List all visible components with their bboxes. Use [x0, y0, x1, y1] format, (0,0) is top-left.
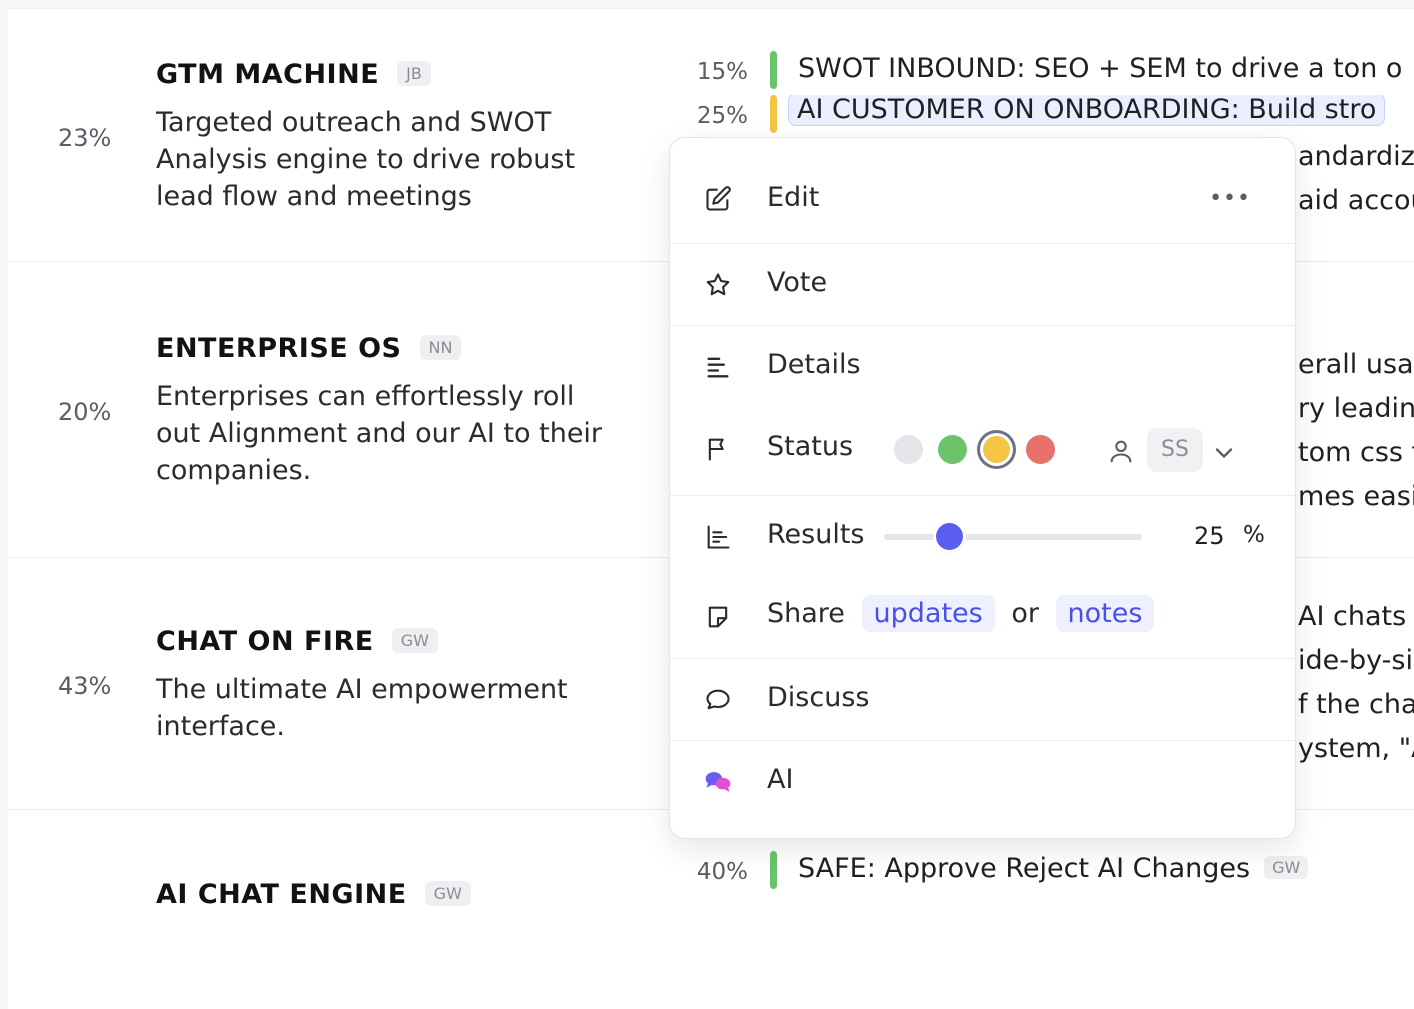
menu-item-label: Vote	[767, 267, 828, 298]
key-result-row[interactable]: 15% SWOT INBOUND: SEO + SEM to drive a t…	[696, 51, 1414, 91]
menu-item-share: Share updates or notes	[670, 575, 1295, 659]
chevron-down-icon[interactable]	[1210, 439, 1234, 463]
status-swatch-off-track[interactable]	[1026, 435, 1055, 464]
key-result-fragment: tom css t	[1298, 437, 1414, 468]
flag-icon	[704, 435, 732, 463]
menu-item-label: Share	[767, 598, 845, 629]
objective-progress: 23%	[58, 124, 112, 152]
menu-item-ai[interactable]: AI	[670, 740, 1295, 830]
key-result-status-bar	[770, 51, 777, 89]
menu-item-label: Discuss	[767, 682, 870, 713]
owner-badge: NN	[419, 335, 462, 360]
objective-title[interactable]: CHAT ON FIRE GW	[156, 626, 438, 657]
key-result-fragment: AI chats -	[1298, 601, 1414, 632]
objective-title[interactable]: AI CHAT ENGINE GW	[156, 879, 471, 910]
share-notes-link[interactable]: notes	[1055, 595, 1155, 632]
star-icon	[704, 271, 732, 299]
assignee-chip[interactable]: SS	[1147, 428, 1203, 472]
key-result-fragment: andardizi	[1298, 141, 1414, 172]
owner-badge: GW	[1264, 856, 1309, 879]
owner-badge: GW	[424, 881, 471, 906]
menu-item-status: Status SS	[670, 405, 1295, 496]
menu-item-details[interactable]: Details	[670, 325, 1295, 405]
status-swatch-none[interactable]	[894, 435, 923, 464]
sticky-note-icon	[704, 603, 732, 631]
objective-title-text: AI CHAT ENGINE	[156, 879, 407, 910]
key-result-fragment: ystem, "A	[1298, 733, 1414, 764]
owner-badge: JB	[397, 61, 431, 86]
key-result-progress: 15%	[696, 59, 748, 85]
menu-item-label: AI	[767, 764, 794, 795]
key-result-status-bar	[770, 851, 777, 889]
key-result-title-selected[interactable]: AI CUSTOMER ON ONBOARDING: Build stro	[788, 95, 1386, 126]
key-result-fragment: ry leadin	[1298, 393, 1414, 424]
more-options-icon[interactable]: •••	[1209, 186, 1251, 211]
results-value[interactable]: 25	[1194, 522, 1225, 550]
objective-title-text: ENTERPRISE OS	[156, 333, 402, 364]
menu-item-results: Results 25 %	[670, 495, 1295, 575]
objective-description: Targeted outreach and SWOT Analysis engi…	[156, 107, 576, 212]
status-swatch-on-track[interactable]	[938, 435, 967, 464]
menu-item-label: Details	[767, 349, 861, 380]
menu-item-label: Status	[767, 431, 854, 462]
objective-title-text: CHAT ON FIRE	[156, 626, 374, 657]
objective-row[interactable]: AI CHAT ENGINE GW	[8, 809, 1414, 1009]
key-result-fragment: ide-by-si	[1298, 645, 1413, 676]
results-slider[interactable]	[884, 523, 1142, 550]
results-unit: %	[1243, 522, 1265, 548]
key-result-title-text: SAFE: Approve Reject AI Changes	[798, 853, 1251, 884]
key-result-progress: 25%	[696, 103, 748, 129]
share-or-text: or	[1011, 598, 1039, 629]
bar-chart-icon	[704, 523, 732, 551]
key-result-status-bar	[770, 95, 777, 133]
menu-item-vote[interactable]: Vote	[670, 243, 1295, 326]
owner-badge: GW	[391, 628, 438, 653]
menu-item-label: Results	[767, 519, 865, 550]
objective-progress: 20%	[58, 398, 112, 426]
key-result-row[interactable]: 40% SAFE: Approve Reject AI Changes GW	[696, 851, 1414, 891]
key-result-title[interactable]: SWOT INBOUND: SEO + SEM to drive a ton o	[798, 53, 1402, 84]
share-row: Share updates or notes	[767, 595, 1155, 632]
key-result-context-menu: Edit ••• Vote Details Status SS Results …	[669, 137, 1296, 839]
key-result-fragment: aid accou	[1298, 185, 1414, 216]
key-result-fragment: mes easi	[1298, 481, 1414, 512]
person-icon[interactable]	[1107, 437, 1133, 463]
key-result-fragment: f the cha	[1298, 689, 1414, 720]
menu-item-discuss[interactable]: Discuss	[670, 658, 1295, 741]
share-updates-link[interactable]: updates	[861, 595, 995, 632]
objective-title[interactable]: ENTERPRISE OS NN	[156, 333, 462, 364]
objective-description: The ultimate AI empowerment interface.	[156, 674, 568, 742]
objective-title[interactable]: GTM MACHINE JB	[156, 59, 431, 90]
key-result-row[interactable]: 25% AI CUSTOMER ON ONBOARDING: Build str…	[696, 95, 1414, 135]
objective-title-text: GTM MACHINE	[156, 59, 380, 90]
key-result-fragment: erall usak	[1298, 349, 1414, 380]
results-slider-handle[interactable]	[935, 523, 963, 550]
menu-item-label: Edit	[767, 182, 820, 213]
objective-progress: 43%	[58, 672, 112, 700]
status-swatch-at-risk[interactable]	[983, 436, 1010, 463]
menu-item-edit[interactable]: Edit •••	[670, 138, 1295, 244]
key-result-title[interactable]: SAFE: Approve Reject AI Changes GW	[798, 853, 1309, 884]
edit-pencil-icon	[704, 185, 732, 213]
key-result-progress: 40%	[696, 859, 748, 885]
ai-chat-icon	[704, 768, 738, 798]
align-left-icon	[704, 353, 732, 381]
objective-description: Enterprises can effortlessly roll out Al…	[156, 381, 603, 486]
chat-bubble-icon	[704, 686, 732, 714]
